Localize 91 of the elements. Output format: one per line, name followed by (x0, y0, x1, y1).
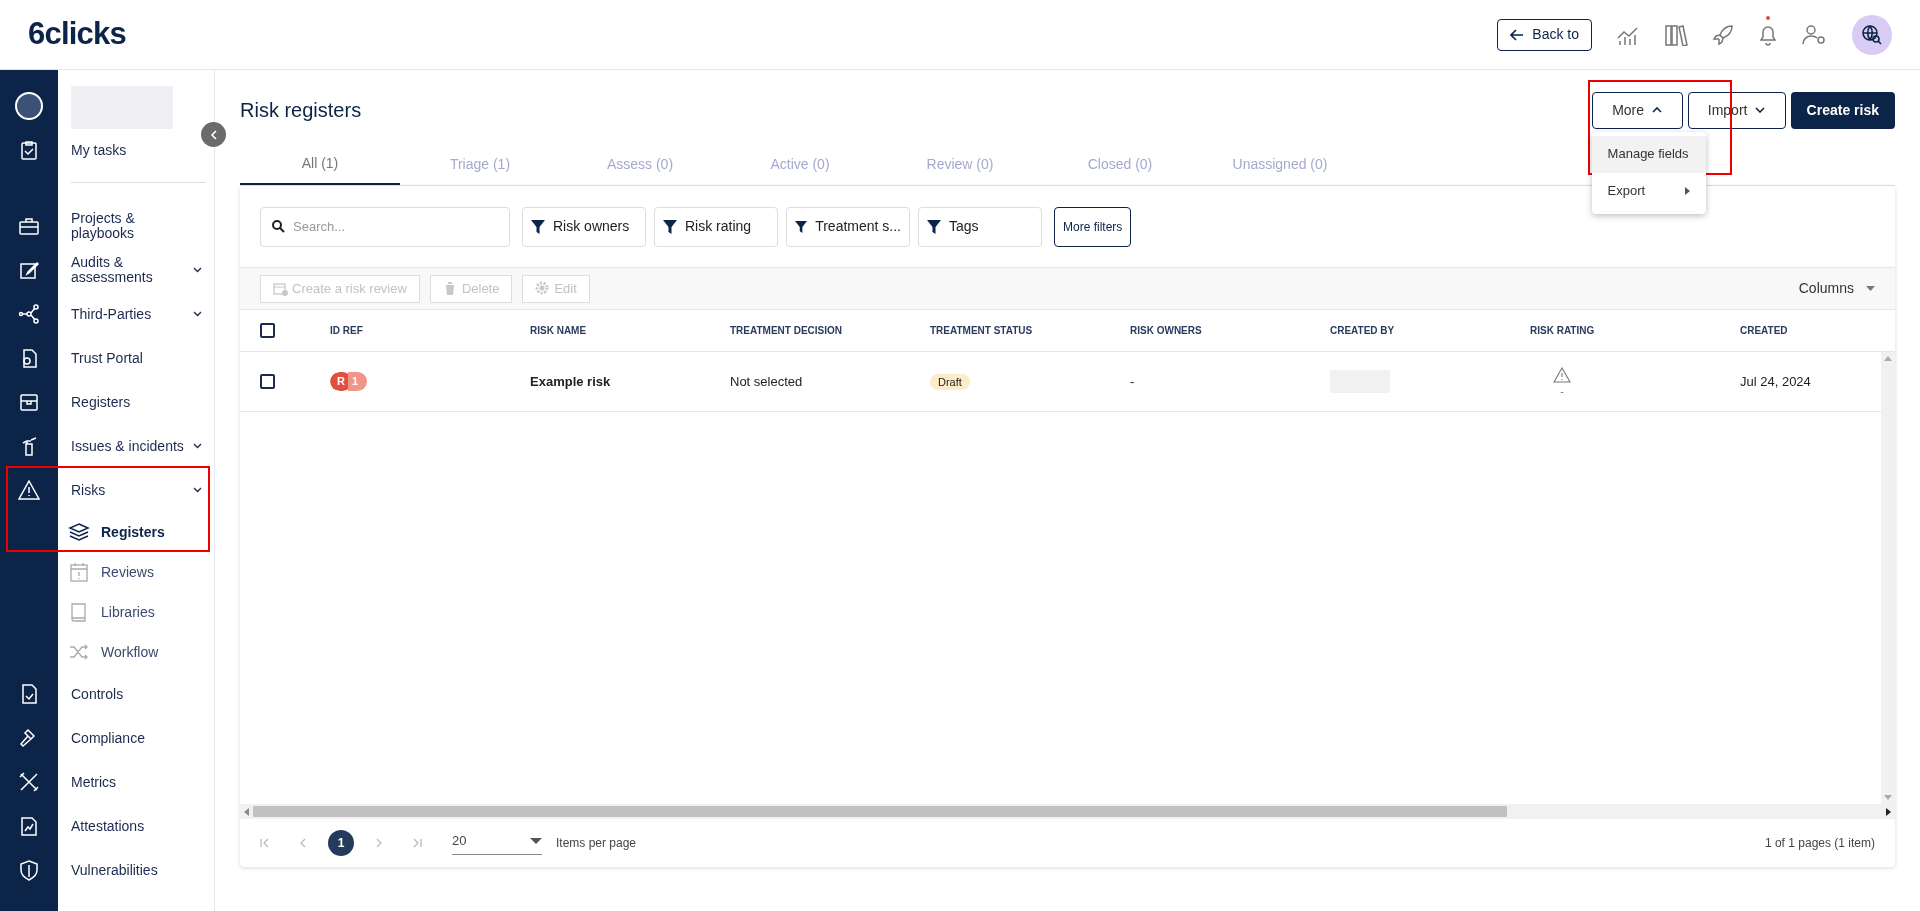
sidebar-subitem[interactable]: Registers (101, 521, 165, 543)
column-header[interactable]: ID REF (330, 323, 530, 338)
search-icon (272, 219, 285, 233)
table-cell-text: Not selected (730, 372, 804, 391)
layers-icon (68, 521, 90, 543)
archive-box-icon (18, 391, 40, 413)
briefcase-icon (18, 215, 40, 237)
back-button[interactable]: Back to (1497, 18, 1592, 51)
table-cell: - (1560, 384, 1564, 397)
filter-icon (531, 219, 545, 234)
chevron-left-icon (209, 129, 218, 140)
rocket-icon[interactable] (1712, 23, 1734, 46)
chevron-down-icon[interactable] (193, 487, 202, 493)
sidebar-item[interactable]: Registers (71, 394, 131, 410)
chevron-down-icon (1755, 107, 1766, 113)
menu-item[interactable]: Export (1591, 172, 1706, 210)
sidebar-item[interactable]: Trust Portal (71, 350, 143, 366)
globe-search-icon (1861, 23, 1883, 46)
collapse-button[interactable] (201, 122, 226, 147)
logo: 6clicks (28, 15, 126, 54)
sidebar-item[interactable]: Risks (71, 482, 106, 498)
sidebar-item[interactable]: Third-Parties (71, 306, 152, 322)
clipboard-check-icon (18, 139, 40, 161)
column-header[interactable]: RISK OWNERS (1130, 323, 1330, 338)
edit-icon (18, 259, 40, 281)
filter-button[interactable]: Treatment s... (786, 206, 910, 247)
search-field[interactable]: Search... (260, 206, 510, 247)
arrow-left-icon (1510, 28, 1525, 41)
create-risk-button[interactable]: Create risk (1790, 91, 1895, 129)
calendar-alert-icon (68, 561, 90, 583)
chevron-down-icon[interactable] (193, 443, 202, 449)
more-filters-button[interactable]: More filters (1054, 206, 1132, 247)
column-header[interactable]: RISK NAME (530, 323, 730, 338)
caret-down-icon (1866, 286, 1875, 291)
user-settings-icon[interactable] (1802, 23, 1828, 46)
warning-icon (18, 479, 40, 501)
column-header[interactable]: TREATMENT STATUS (930, 323, 1130, 338)
bell-icon[interactable] (1758, 23, 1778, 46)
chevron-up-icon (1652, 107, 1663, 113)
sidebar-subitem[interactable]: Reviews (101, 561, 154, 583)
chevron-down-icon[interactable] (193, 311, 202, 317)
columns-button[interactable]: Columns (1798, 278, 1875, 299)
row-checkbox[interactable] (260, 374, 275, 389)
column-header[interactable]: RISK RATING (1530, 323, 1740, 338)
current-page[interactable]: 1 (328, 830, 354, 856)
select-all-checkbox[interactable] (260, 323, 275, 338)
page-size-select[interactable]: 20 (452, 830, 542, 856)
chevron-down-icon[interactable] (193, 267, 202, 273)
shield-icon (18, 859, 40, 881)
network-icon (18, 303, 40, 325)
status-badge: Draft (930, 373, 970, 390)
calendar-plus-icon (273, 281, 288, 296)
gear-icon (535, 281, 551, 296)
menu-item[interactable]: Manage fields (1591, 135, 1706, 173)
filter-button[interactable]: Risk owners (522, 206, 646, 247)
sidebar-item[interactable]: Projects & playbooks (71, 211, 191, 241)
risk-name-link[interactable]: Example risk (530, 373, 611, 389)
column-header[interactable]: CREATED BY (1330, 323, 1530, 338)
page-title: Risk registers (240, 98, 362, 123)
books-icon[interactable] (1664, 23, 1688, 46)
column-header[interactable]: TREATMENT DECISION (730, 323, 930, 338)
sidebar-item[interactable]: Issues & incidents (71, 438, 184, 454)
table-cell-text: Jul 24, 2024 (1740, 372, 1812, 391)
sidebar-item[interactable]: Compliance (71, 730, 145, 746)
tab[interactable]: All (1) (240, 144, 400, 185)
scroll-right-icon[interactable] (1886, 807, 1891, 816)
page-size-label: Items per page (556, 835, 637, 852)
sidebar-item[interactable]: Controls (71, 686, 124, 702)
filter-button[interactable]: Tags (918, 206, 1042, 247)
filter-icon (663, 219, 677, 234)
sidebar-subitem[interactable]: Libraries (101, 601, 155, 623)
sidebar-item[interactable]: Attestations (71, 818, 145, 834)
filter-button[interactable]: Risk rating (654, 206, 778, 247)
sidebar-item[interactable]: Audits & assessments (71, 255, 191, 285)
pagination-summary: 1 of 1 pages (1 item) (1764, 835, 1875, 852)
page-size-value: 20 (452, 831, 467, 850)
table-cell-text: - (1130, 372, 1136, 391)
filter-icon (927, 219, 941, 234)
sidebar-item[interactable]: My tasks (71, 142, 127, 158)
warning-icon (1553, 366, 1571, 383)
tools-icon (18, 771, 40, 793)
assistant-avatar[interactable] (1852, 14, 1892, 55)
filter-icon (795, 219, 808, 234)
caret-down-icon (530, 837, 542, 844)
scroll-left-icon[interactable] (244, 807, 249, 816)
sidebar-item[interactable]: Vulnerabilities (71, 862, 158, 878)
sidebar-item[interactable]: Metrics (71, 774, 117, 790)
dropdown-button[interactable]: More (1591, 91, 1683, 129)
sidebar-subitem[interactable]: Workflow (101, 641, 159, 663)
column-header[interactable]: CREATED (1740, 323, 1895, 338)
horizontal-scrollbar[interactable] (240, 804, 1895, 819)
